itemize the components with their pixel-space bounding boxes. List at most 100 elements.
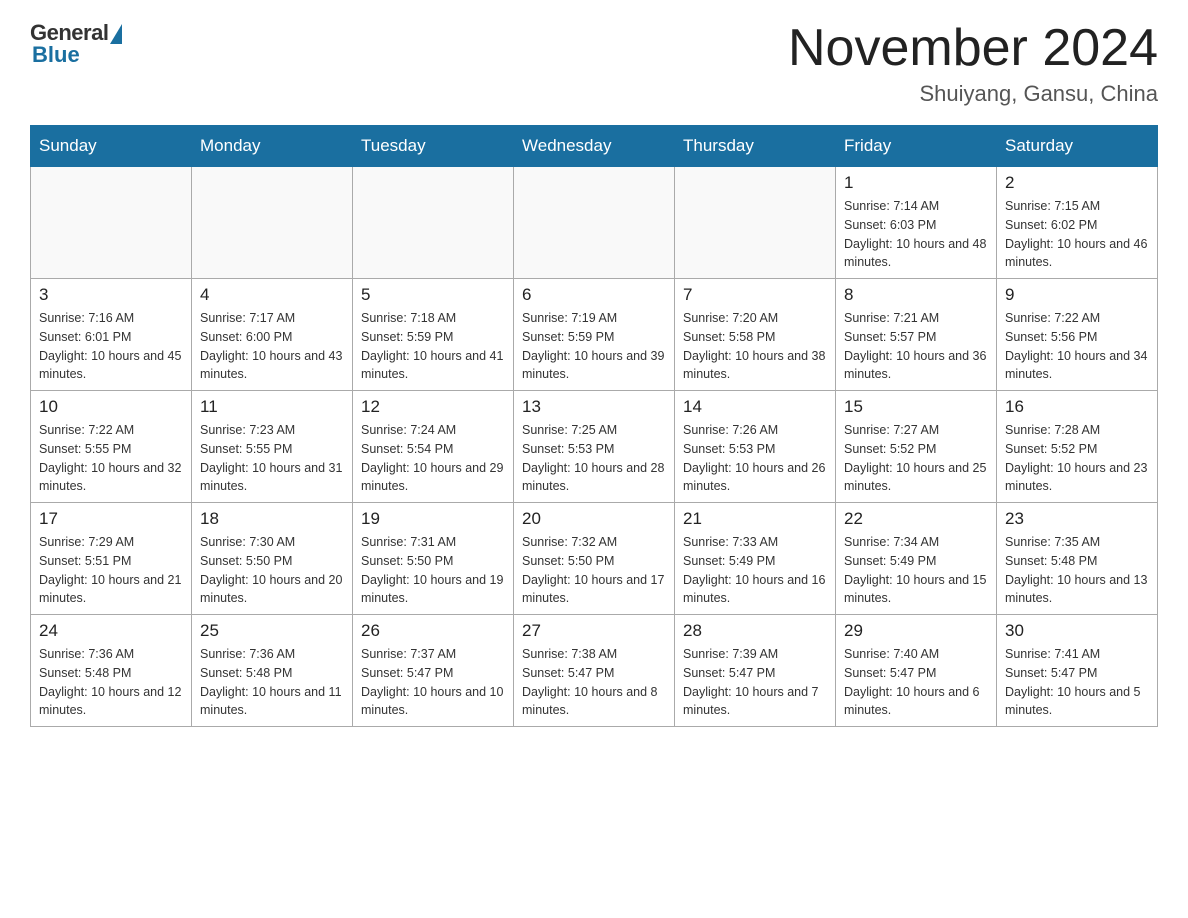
day-number: 29 [844, 621, 988, 641]
calendar-cell: 4Sunrise: 7:17 AM Sunset: 6:00 PM Daylig… [192, 279, 353, 391]
day-info: Sunrise: 7:20 AM Sunset: 5:58 PM Dayligh… [683, 309, 827, 384]
day-number: 17 [39, 509, 183, 529]
calendar-cell [192, 167, 353, 279]
day-info: Sunrise: 7:35 AM Sunset: 5:48 PM Dayligh… [1005, 533, 1149, 608]
day-number: 28 [683, 621, 827, 641]
day-info: Sunrise: 7:37 AM Sunset: 5:47 PM Dayligh… [361, 645, 505, 720]
calendar-week-row: 17 Sunrise: 7:29 AM Sunset: 5:51 PM Dayli… [31, 503, 1158, 615]
day-info: Sunrise: 7:21 AM Sunset: 5:57 PM Dayligh… [844, 309, 988, 384]
day-info: Sunrise: 7:23 AM Sunset: 5:55 PM Dayligh… [200, 421, 344, 496]
day-number: 10 [39, 397, 183, 417]
calendar-cell: 27 Sunrise: 7:38 AM Sunset: 5:47 PM Dayli… [514, 615, 675, 727]
day-number: 3 [39, 285, 183, 305]
weekday-header: Saturday [997, 126, 1158, 167]
title-section: November 2024 Shuiyang, Gansu, China [788, 20, 1158, 107]
weekday-header: Monday [192, 126, 353, 167]
calendar-week-row: 3 Sunrise: 7:16 AM Sunset: 6:01 PM Daylig… [31, 279, 1158, 391]
calendar-week-row: 10 Sunrise: 7:22 AM Sunset: 5:55 PM Dayli… [31, 391, 1158, 503]
calendar-cell: 21 Sunrise: 7:33 AM Sunset: 5:49 PM Dayli… [675, 503, 836, 615]
calendar-cell [353, 167, 514, 279]
calendar-cell: 22 Sunrise: 7:34 AM Sunset: 5:49 PM Dayli… [836, 503, 997, 615]
calendar-cell: 3 Sunrise: 7:16 AM Sunset: 6:01 PM Daylig… [31, 279, 192, 391]
day-info: Sunrise: 7:22 AM Sunset: 5:55 PM Dayligh… [39, 421, 183, 496]
day-number: 4 [200, 285, 344, 305]
calendar-cell: 2 Sunrise: 7:15 AM Sunset: 6:02 PM Daylig… [997, 167, 1158, 279]
logo: General Blue [30, 20, 122, 68]
day-number: 30 [1005, 621, 1149, 641]
calendar-cell: 16 Sunrise: 7:28 AM Sunset: 5:52 PM Dayli… [997, 391, 1158, 503]
calendar-week-row: 1Sunrise: 7:14 AM Sunset: 6:03 PM Daylig… [31, 167, 1158, 279]
calendar-cell: 14 Sunrise: 7:26 AM Sunset: 5:53 PM Dayli… [675, 391, 836, 503]
calendar-cell [514, 167, 675, 279]
day-number: 1 [844, 173, 988, 193]
day-info: Sunrise: 7:36 AM Sunset: 5:48 PM Dayligh… [39, 645, 183, 720]
day-number: 14 [683, 397, 827, 417]
day-number: 26 [361, 621, 505, 641]
day-info: Sunrise: 7:16 AM Sunset: 6:01 PM Dayligh… [39, 309, 183, 384]
day-info: Sunrise: 7:32 AM Sunset: 5:50 PM Dayligh… [522, 533, 666, 608]
day-info: Sunrise: 7:36 AM Sunset: 5:48 PM Dayligh… [200, 645, 344, 720]
day-info: Sunrise: 7:33 AM Sunset: 5:49 PM Dayligh… [683, 533, 827, 608]
page-header: General Blue November 2024 Shuiyang, Gan… [30, 20, 1158, 107]
calendar-cell [675, 167, 836, 279]
day-number: 15 [844, 397, 988, 417]
calendar-cell: 5Sunrise: 7:18 AM Sunset: 5:59 PM Daylig… [353, 279, 514, 391]
day-number: 24 [39, 621, 183, 641]
day-number: 18 [200, 509, 344, 529]
calendar-cell: 6Sunrise: 7:19 AM Sunset: 5:59 PM Daylig… [514, 279, 675, 391]
calendar-cell: 8Sunrise: 7:21 AM Sunset: 5:57 PM Daylig… [836, 279, 997, 391]
day-info: Sunrise: 7:26 AM Sunset: 5:53 PM Dayligh… [683, 421, 827, 496]
calendar-cell: 20 Sunrise: 7:32 AM Sunset: 5:50 PM Dayli… [514, 503, 675, 615]
weekday-header: Thursday [675, 126, 836, 167]
day-number: 9 [1005, 285, 1149, 305]
day-info: Sunrise: 7:30 AM Sunset: 5:50 PM Dayligh… [200, 533, 344, 608]
calendar-cell: 25 Sunrise: 7:36 AM Sunset: 5:48 PM Dayli… [192, 615, 353, 727]
day-number: 2 [1005, 173, 1149, 193]
weekday-header-row: SundayMondayTuesdayWednesdayThursdayFrid… [31, 126, 1158, 167]
calendar-cell: 10 Sunrise: 7:22 AM Sunset: 5:55 PM Dayli… [31, 391, 192, 503]
calendar-cell: 18 Sunrise: 7:30 AM Sunset: 5:50 PM Dayli… [192, 503, 353, 615]
calendar-cell: 29 Sunrise: 7:40 AM Sunset: 5:47 PM Dayli… [836, 615, 997, 727]
calendar-cell: 26 Sunrise: 7:37 AM Sunset: 5:47 PM Dayli… [353, 615, 514, 727]
day-number: 19 [361, 509, 505, 529]
calendar-cell: 30 Sunrise: 7:41 AM Sunset: 5:47 PM Dayli… [997, 615, 1158, 727]
calendar-cell: 15 Sunrise: 7:27 AM Sunset: 5:52 PM Dayli… [836, 391, 997, 503]
day-info: Sunrise: 7:38 AM Sunset: 5:47 PM Dayligh… [522, 645, 666, 720]
location: Shuiyang, Gansu, China [788, 81, 1158, 107]
logo-triangle-icon [110, 24, 122, 44]
day-info: Sunrise: 7:27 AM Sunset: 5:52 PM Dayligh… [844, 421, 988, 496]
calendar-cell [31, 167, 192, 279]
day-number: 23 [1005, 509, 1149, 529]
calendar-cell: 17 Sunrise: 7:29 AM Sunset: 5:51 PM Dayli… [31, 503, 192, 615]
logo-blue-text: Blue [32, 42, 80, 68]
calendar-cell: 12 Sunrise: 7:24 AM Sunset: 5:54 PM Dayli… [353, 391, 514, 503]
day-info: Sunrise: 7:29 AM Sunset: 5:51 PM Dayligh… [39, 533, 183, 608]
day-info: Sunrise: 7:40 AM Sunset: 5:47 PM Dayligh… [844, 645, 988, 720]
day-info: Sunrise: 7:25 AM Sunset: 5:53 PM Dayligh… [522, 421, 666, 496]
month-title: November 2024 [788, 20, 1158, 77]
calendar-cell: 7 Sunrise: 7:20 AM Sunset: 5:58 PM Daylig… [675, 279, 836, 391]
day-number: 5 [361, 285, 505, 305]
day-number: 6 [522, 285, 666, 305]
calendar-week-row: 24 Sunrise: 7:36 AM Sunset: 5:48 PM Dayli… [31, 615, 1158, 727]
day-number: 21 [683, 509, 827, 529]
day-info: Sunrise: 7:41 AM Sunset: 5:47 PM Dayligh… [1005, 645, 1149, 720]
calendar-cell: 28 Sunrise: 7:39 AM Sunset: 5:47 PM Dayli… [675, 615, 836, 727]
day-info: Sunrise: 7:28 AM Sunset: 5:52 PM Dayligh… [1005, 421, 1149, 496]
calendar-cell: 11Sunrise: 7:23 AM Sunset: 5:55 PM Dayli… [192, 391, 353, 503]
calendar-cell: 1Sunrise: 7:14 AM Sunset: 6:03 PM Daylig… [836, 167, 997, 279]
day-number: 25 [200, 621, 344, 641]
day-number: 16 [1005, 397, 1149, 417]
calendar-table: SundayMondayTuesdayWednesdayThursdayFrid… [30, 125, 1158, 727]
day-info: Sunrise: 7:15 AM Sunset: 6:02 PM Dayligh… [1005, 197, 1149, 272]
day-info: Sunrise: 7:39 AM Sunset: 5:47 PM Dayligh… [683, 645, 827, 720]
day-number: 22 [844, 509, 988, 529]
day-number: 27 [522, 621, 666, 641]
day-number: 12 [361, 397, 505, 417]
day-info: Sunrise: 7:34 AM Sunset: 5:49 PM Dayligh… [844, 533, 988, 608]
day-number: 20 [522, 509, 666, 529]
day-info: Sunrise: 7:24 AM Sunset: 5:54 PM Dayligh… [361, 421, 505, 496]
day-number: 7 [683, 285, 827, 305]
weekday-header: Sunday [31, 126, 192, 167]
weekday-header: Wednesday [514, 126, 675, 167]
